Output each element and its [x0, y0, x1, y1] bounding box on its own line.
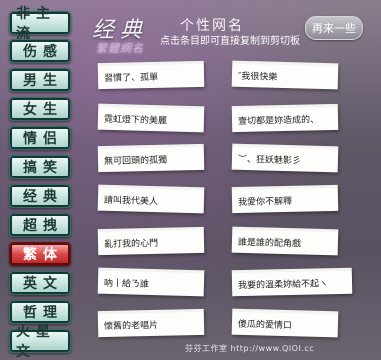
footer-credit: 芬芬工作室 http://www.QIOI.cc	[185, 344, 315, 353]
refresh-button[interactable]: 再来一些	[305, 16, 363, 40]
sidebar-item-girls[interactable]: 女生	[9, 97, 71, 121]
name-note[interactable]: 我愛你不解釋	[231, 184, 339, 214]
sidebar-item-boys[interactable]: 男生	[9, 68, 71, 92]
name-note[interactable]: ″我很快樂	[231, 60, 339, 90]
name-note[interactable]: 懷舊的老唱片	[97, 308, 205, 338]
sidebar-item-sad[interactable]: 伤感	[9, 39, 71, 63]
app-window: 非主流 伤感 男生 女生 情侣 搞笑 经典 超拽 繁体 英文 哲理 火星文 经典…	[0, 0, 381, 360]
sidebar-item-funny[interactable]: 搞笑	[9, 155, 71, 179]
sidebar-item-classic[interactable]: 经典	[9, 184, 71, 208]
name-note[interactable]: 誰是誰的配角戲	[231, 226, 339, 256]
sidebar-item-couples[interactable]: 情侣	[9, 126, 71, 150]
name-note[interactable]: 習慣了、孤單	[97, 60, 205, 90]
name-note[interactable]: 亂打我的心門	[97, 226, 205, 256]
section-logo: 繁體網名	[96, 42, 144, 55]
sidebar-item-martian[interactable]: 火星文	[9, 324, 71, 360]
name-note[interactable]: 無可回頭的孤獨	[97, 143, 205, 173]
name-note[interactable]: ︶、狂妖魅影彡	[231, 143, 339, 173]
name-note[interactable]: 我要的溫柔妳給不起ヽ	[231, 267, 353, 297]
sidebar-item-non-mainstream[interactable]: 非主流	[9, 6, 71, 42]
name-note[interactable]: 吶丨給ㄋ誰	[97, 267, 205, 297]
sidebar-item-traditional[interactable]: 繁体	[9, 242, 71, 266]
name-note[interactable]: 請叫我代美人	[97, 184, 205, 214]
name-note[interactable]: 壹切都是妳造成的、	[231, 103, 339, 133]
name-note[interactable]: 傻瓜的愛情口	[231, 308, 339, 338]
sidebar-item-english[interactable]: 英文	[9, 271, 71, 295]
copy-hint: 点击条目即可直接复制到剪切板	[160, 36, 300, 47]
sidebar-item-cool[interactable]: 超拽	[9, 213, 71, 237]
name-note[interactable]: 霓虹燈下的美麗	[97, 103, 205, 133]
